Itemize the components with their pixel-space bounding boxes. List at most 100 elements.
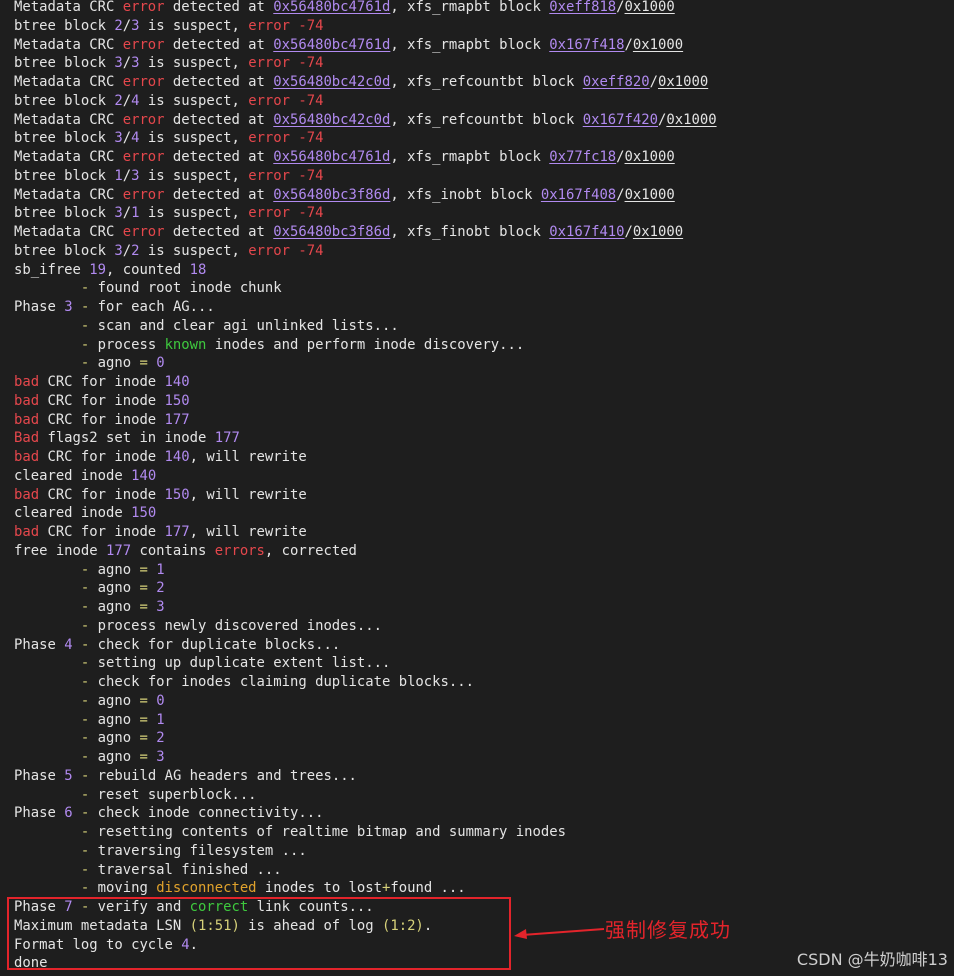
terminal-text: agno (89, 749, 140, 765)
terminal-text: 177 (164, 524, 190, 540)
terminal-text: = (139, 749, 148, 765)
terminal-line: btree block 2/4 is suspect, error -74 (14, 92, 717, 111)
terminal-text: errors (214, 542, 265, 559)
terminal-text: 1 (156, 561, 165, 578)
terminal-text: 0x1000 (624, 186, 675, 203)
terminal-text: is suspect, (139, 17, 249, 34)
terminal-text: Metadata CRC (14, 149, 123, 165)
terminal-text: agno (89, 561, 140, 578)
terminal-line: bad CRC for inode 140 (14, 373, 717, 392)
terminal-line: Metadata CRC error detected at 0x56480bc… (14, 36, 717, 55)
terminal-text: , xfs_rmapbt block (390, 0, 550, 15)
terminal-text: / (624, 36, 633, 53)
terminal-text: 0x56480bc42c0d (273, 74, 391, 90)
terminal-text: btree block (14, 130, 115, 147)
terminal-text: , will rewrite (189, 524, 307, 540)
terminal-text: 140 (164, 374, 190, 390)
terminal-text: sb_ifree (14, 261, 90, 278)
terminal-text: 3 (64, 299, 73, 315)
terminal-text: 0x167f410 (549, 224, 625, 240)
terminal-text: 0x77fc18 (549, 149, 617, 165)
terminal-text: Phase (14, 767, 65, 784)
terminal-text: 140 (131, 467, 157, 484)
terminal-text: setting up duplicate extent list... (89, 655, 391, 672)
terminal-line: - scan and clear agi unlinked lists... (14, 317, 717, 336)
terminal-text: -74 (298, 167, 324, 184)
terminal-text: detected at (164, 36, 274, 53)
terminal-text: agno (89, 730, 140, 747)
red-arrow-icon (514, 928, 605, 939)
terminal-line: Metadata CRC error detected at 0x56480bc… (14, 0, 717, 17)
terminal-text: error (248, 55, 291, 72)
terminal-text: , xfs_inobt block (390, 186, 541, 203)
terminal-line: btree block 3/2 is suspect, error -74 (14, 242, 717, 261)
terminal-text: check for duplicate blocks... (89, 636, 341, 653)
terminal-text: is suspect, (139, 167, 249, 184)
terminal-text: 0x1000 (624, 149, 675, 165)
terminal-text: is suspect, (139, 242, 249, 259)
terminal-text: known (164, 336, 207, 353)
terminal-text: 0x1000 (666, 111, 717, 128)
terminal-text: 177 (164, 411, 190, 428)
terminal-text: error (122, 224, 165, 240)
terminal-text: btree block (14, 55, 115, 72)
terminal-text: inodes and perform inode discovery... (206, 336, 525, 353)
terminal-text: 0x1000 (632, 224, 684, 240)
terminal-line: - reset superblock... (14, 786, 717, 805)
terminal-text: 0x1000 (632, 36, 684, 53)
terminal-text: 150 (131, 505, 157, 522)
terminal-text: / (122, 17, 132, 34)
terminal-text: 177 (106, 542, 132, 559)
terminal-text: 1 (156, 711, 165, 728)
terminal-line: - traversing filesystem ... (14, 842, 717, 861)
terminal-text: detected at (164, 0, 274, 15)
terminal-text: cleared inode (14, 505, 132, 522)
terminal-text: , xfs_refcountbt block (390, 111, 583, 128)
terminal-text: = (139, 730, 148, 747)
terminal-text: traversal finished ... (89, 861, 282, 878)
terminal-line: - found root inode chunk (14, 279, 717, 298)
terminal-text: Phase (14, 805, 65, 822)
terminal-text: = (139, 599, 148, 615)
terminal-text: btree block (14, 92, 115, 109)
terminal-text: error (248, 205, 291, 222)
terminal-text: 0xeff818 (549, 0, 617, 15)
terminal-text: -74 (298, 242, 324, 259)
terminal-text: error (248, 17, 291, 34)
terminal-text: is suspect, (139, 205, 249, 222)
terminal-text: 0x1000 (624, 0, 675, 15)
terminal-text: detected at (164, 149, 274, 165)
terminal-text: error (122, 36, 165, 53)
terminal-line: Phase 3 - for each AG... (14, 298, 717, 317)
terminal-text: bad (14, 486, 40, 503)
terminal-text: bad (14, 411, 40, 428)
terminal-text: is suspect, (139, 130, 249, 147)
terminal-text: for each AG... (89, 299, 215, 315)
terminal-window[interactable]: Metadata CRC error detected at 0x56480bc… (0, 0, 954, 976)
terminal-text: -74 (298, 55, 324, 72)
terminal-text: process newly discovered inodes... (89, 617, 382, 634)
terminal-line: btree block 3/3 is suspect, error -74 (14, 54, 717, 73)
terminal-text: / (122, 55, 132, 72)
terminal-text: / (616, 186, 625, 203)
terminal-text: 0xeff820 (582, 74, 650, 90)
terminal-text: 3 (114, 242, 123, 259)
terminal-text: detected at (164, 224, 274, 240)
terminal-line: Phase 5 - rebuild AG headers and trees..… (14, 767, 717, 786)
terminal-line: btree block 3/1 is suspect, error -74 (14, 204, 717, 223)
terminal-text: CRC for inode (39, 486, 165, 503)
terminal-text: detected at (164, 186, 274, 203)
terminal-text: Bad (14, 430, 40, 447)
terminal-text: check inode connectivity... (89, 805, 324, 822)
terminal-line: cleared inode 140 (14, 467, 717, 486)
terminal-text: 150 (164, 486, 190, 503)
terminal-text: 140 (164, 449, 190, 465)
terminal-line: - process known inodes and perform inode… (14, 336, 717, 355)
